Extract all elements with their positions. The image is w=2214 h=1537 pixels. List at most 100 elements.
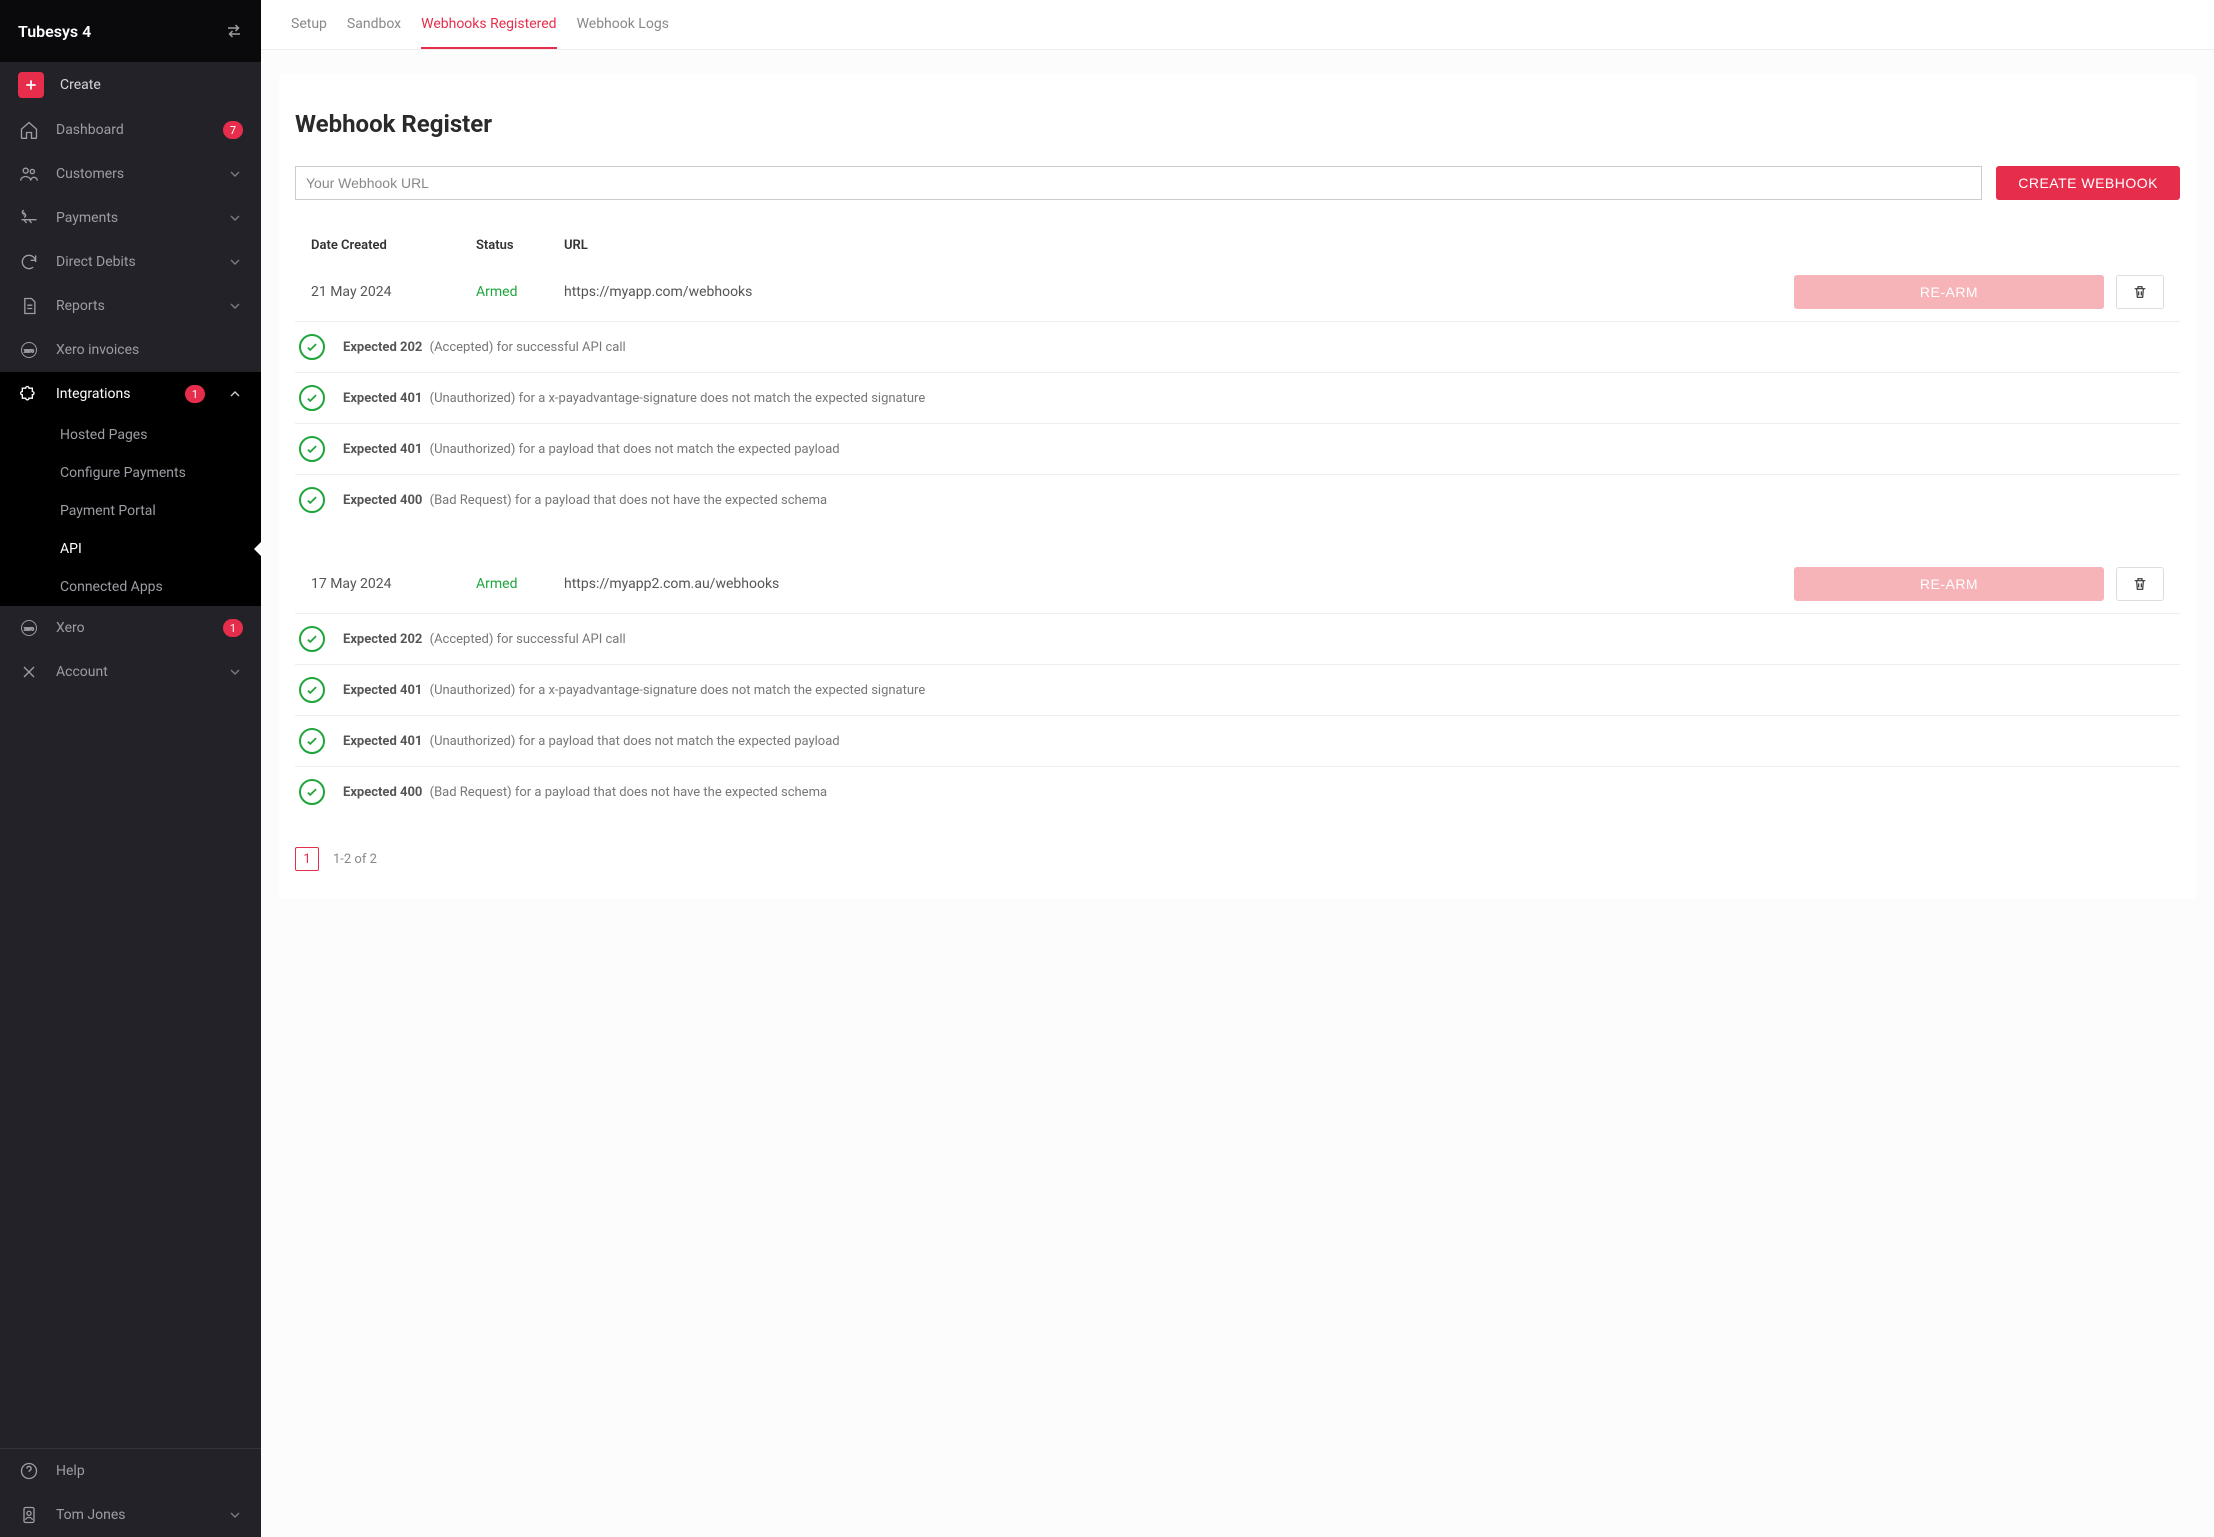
org-switcher[interactable]: Tubesys 4 [0, 0, 261, 62]
chevron-down-icon [227, 664, 243, 680]
delete-button[interactable] [2116, 275, 2164, 309]
validation-row: Expected 401 (Unauthorized) for a x-paya… [295, 665, 2180, 716]
badge: 1 [185, 385, 205, 403]
user-badge-icon [18, 1505, 40, 1525]
chevron-down-icon [227, 210, 243, 226]
sidebar-item-label: Integrations [56, 386, 169, 402]
payments-icon [18, 208, 40, 228]
cell-date: 17 May 2024 [311, 576, 476, 592]
col-date: Date Created [311, 238, 476, 253]
sidebar-item-label: Customers [56, 166, 211, 182]
col-url: URL [564, 238, 1794, 253]
delete-button[interactable] [2116, 567, 2164, 601]
sidebar-item-help[interactable]: Help [0, 1449, 261, 1493]
validation-text: Expected 401 (Unauthorized) for a payloa… [343, 442, 840, 457]
check-icon [299, 677, 325, 703]
create-webhook-button[interactable]: CREATE WEBHOOK [1996, 166, 2180, 200]
sidebar-item-label: Direct Debits [56, 254, 211, 270]
sidebar-item-label: Payments [56, 210, 211, 226]
rearm-button[interactable]: RE-ARM [1794, 567, 2104, 601]
svg-text:xero: xero [24, 627, 34, 633]
sidebar-item-label: Help [56, 1463, 243, 1479]
validation-row: Expected 401 (Unauthorized) for a payloa… [295, 716, 2180, 767]
sub-configure-pay[interactable]: Configure Payments [0, 454, 261, 492]
table-header: Date Created Status URL [295, 228, 2180, 263]
sidebar-item-xero-invoices[interactable]: xero Xero invoices [0, 328, 261, 372]
xero-icon: xero [18, 618, 40, 638]
table-row: 21 May 2024Armedhttps://myapp.com/webhoo… [295, 263, 2180, 322]
sidebar-item-reports[interactable]: Reports [0, 284, 261, 328]
cell-status: Armed [476, 576, 564, 592]
tabs: Setup Sandbox Webhooks Registered Webhoo… [261, 0, 2214, 50]
validation-text: Expected 401 (Unauthorized) for a payloa… [343, 734, 840, 749]
main-content: Setup Sandbox Webhooks Registered Webhoo… [261, 0, 2214, 1537]
webhook-register-card: Webhook Register CREATE WEBHOOK Date Cre… [279, 74, 2196, 899]
sub-connected-apps[interactable]: Connected Apps [0, 568, 261, 606]
check-icon [299, 436, 325, 462]
sidebar-item-payments[interactable]: Payments [0, 196, 261, 240]
puzzle-icon [18, 384, 40, 404]
tab-webhooks-registered[interactable]: Webhooks Registered [421, 0, 556, 49]
create-label: Create [60, 77, 101, 93]
sidebar-item-integrations[interactable]: Integrations 1 [0, 372, 261, 416]
tab-sandbox[interactable]: Sandbox [347, 0, 401, 49]
tab-setup[interactable]: Setup [291, 0, 327, 49]
webhook-url-input[interactable] [295, 166, 1982, 200]
validation-row: Expected 400 (Bad Request) for a payload… [295, 475, 2180, 525]
swap-icon [225, 22, 243, 40]
home-icon [18, 120, 40, 140]
sub-api[interactable]: API [0, 530, 261, 568]
sidebar-item-xero[interactable]: xero Xero 1 [0, 606, 261, 650]
validation-text: Expected 400 (Bad Request) for a payload… [343, 785, 827, 800]
trash-icon [2132, 284, 2148, 300]
trash-icon [2132, 576, 2148, 592]
check-icon [299, 334, 325, 360]
sidebar: Tubesys 4 Create Dashboard 7 Customers P… [0, 0, 261, 1537]
validation-row: Expected 400 (Bad Request) for a payload… [295, 767, 2180, 817]
sidebar-item-label: Reports [56, 298, 211, 314]
chevron-down-icon [227, 1507, 243, 1523]
users-icon [18, 164, 40, 184]
validation-row: Expected 401 (Unauthorized) for a payloa… [295, 424, 2180, 475]
integrations-submenu: Hosted Pages Configure Payments Payment … [0, 416, 261, 606]
cell-url: https://myapp2.com.au/webhooks [564, 576, 1794, 592]
table-row: 17 May 2024Armedhttps://myapp2.com.au/we… [295, 555, 2180, 614]
badge: 7 [223, 121, 243, 139]
validation-text: Expected 401 (Unauthorized) for a x-paya… [343, 391, 925, 406]
page-number[interactable]: 1 [295, 847, 319, 871]
create-button[interactable]: Create [0, 62, 261, 108]
validation-row: Expected 202 (Accepted) for successful A… [295, 614, 2180, 665]
org-name: Tubesys 4 [18, 22, 225, 41]
validation-text: Expected 202 (Accepted) for successful A… [343, 632, 626, 647]
svg-text:xero: xero [24, 349, 34, 355]
sidebar-item-customers[interactable]: Customers [0, 152, 261, 196]
sub-payment-portal[interactable]: Payment Portal [0, 492, 261, 530]
tools-icon [18, 662, 40, 682]
validation-row: Expected 202 (Accepted) for successful A… [295, 322, 2180, 373]
chevron-down-icon [227, 254, 243, 270]
check-icon [299, 626, 325, 652]
tab-webhook-logs[interactable]: Webhook Logs [577, 0, 669, 49]
page-title: Webhook Register [295, 110, 2180, 138]
webhook-table: Date Created Status URL 21 May 2024Armed… [295, 228, 2180, 817]
badge: 1 [223, 619, 243, 637]
validation-text: Expected 202 (Accepted) for successful A… [343, 340, 626, 355]
help-icon [18, 1461, 40, 1481]
sidebar-item-account[interactable]: Account [0, 650, 261, 694]
sidebar-item-direct-debits[interactable]: Direct Debits [0, 240, 261, 284]
refresh-icon [18, 252, 40, 272]
validation-text: Expected 400 (Bad Request) for a payload… [343, 493, 827, 508]
chevron-up-icon [227, 386, 243, 402]
sidebar-item-label: Xero invoices [56, 342, 243, 358]
check-icon [299, 779, 325, 805]
page-range: 1-2 of 2 [333, 852, 377, 867]
check-icon [299, 487, 325, 513]
sidebar-item-dashboard[interactable]: Dashboard 7 [0, 108, 261, 152]
col-status: Status [476, 238, 564, 253]
sidebar-item-user[interactable]: Tom Jones [0, 1493, 261, 1537]
xero-icon: xero [18, 340, 40, 360]
cell-date: 21 May 2024 [311, 284, 476, 300]
webhook-block: 21 May 2024Armedhttps://myapp.com/webhoo… [295, 263, 2180, 525]
sub-hosted-pages[interactable]: Hosted Pages [0, 416, 261, 454]
rearm-button[interactable]: RE-ARM [1794, 275, 2104, 309]
